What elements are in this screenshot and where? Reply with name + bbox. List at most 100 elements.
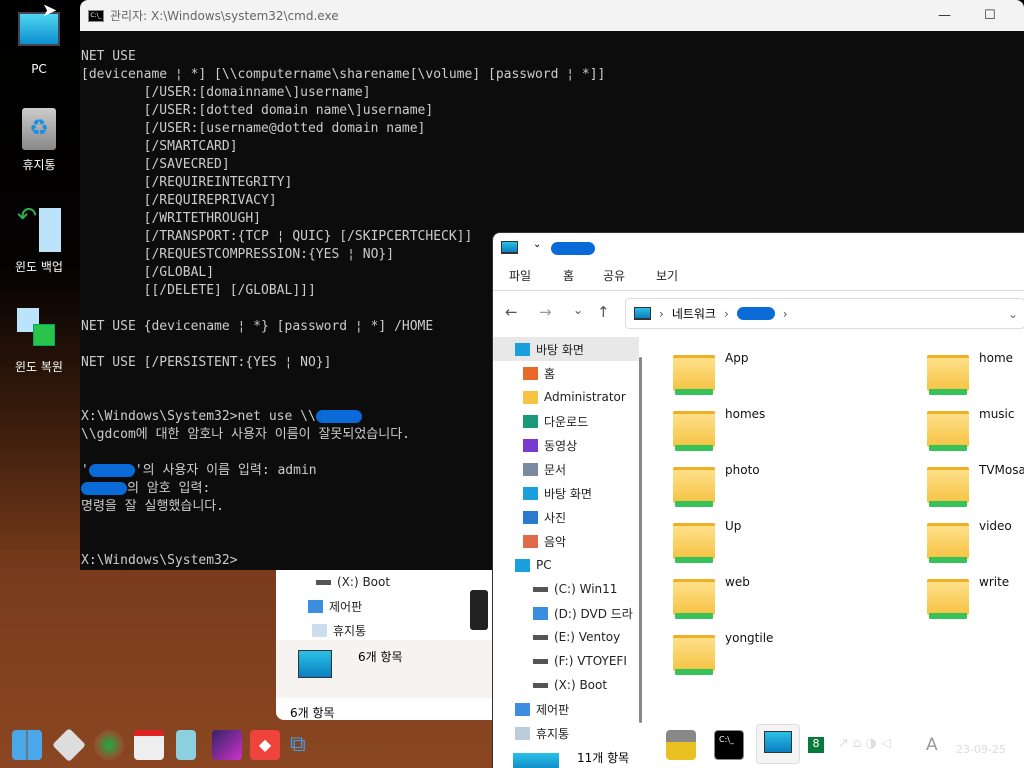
address-bar[interactable]: › 네트워크 › › ⌄ (625, 298, 1024, 329)
network-folder[interactable]: App (673, 351, 913, 401)
bg-sidebar-item[interactable]: 휴지통 (312, 618, 366, 642)
folder-icon (523, 390, 538, 404)
disk-tool-icon[interactable] (94, 730, 124, 760)
network-folder[interactable]: yongtile (673, 631, 913, 681)
redacted-breadcrumb (736, 307, 775, 320)
network-icon[interactable]: ⧉ (290, 730, 320, 760)
sidebar-item[interactable]: (C:) Win11 (533, 577, 617, 601)
tray-icons[interactable]: ↗ ⌂ ◑ ◁ (838, 736, 891, 751)
console-line: [devicename ¦ *] [\\computername\sharena… (81, 66, 605, 84)
bg-sidebar-item[interactable]: 제어판 (308, 594, 362, 618)
sidebar-item-label: (E:) Ventoy (554, 630, 621, 644)
desktop-icon-pc[interactable]: PC (0, 8, 78, 76)
folder-name: Up (725, 519, 742, 533)
explorer-window[interactable]: ⌄ 파일 홈 공유 보기 ← → ⌄ ↑ › 네트워크 › › ⌄ 바탕 화면 홈 A… (492, 232, 1024, 768)
app-icon[interactable] (176, 730, 196, 760)
clock-date[interactable]: 23-09-25 (956, 743, 1006, 756)
start-button[interactable] (12, 730, 42, 760)
network-folder[interactable]: TVMosai (927, 463, 1024, 513)
network-folder[interactable]: home (927, 351, 1024, 401)
background-explorer-window[interactable]: (X:) Boot 제어판 휴지통 6개 항목 6개 항목 (276, 570, 492, 720)
network-folder[interactable]: photo (673, 463, 913, 513)
sidebar-item-label: 다운로드 (544, 414, 589, 429)
network-drive-icon[interactable] (666, 730, 696, 760)
recent-dropdown[interactable]: ⌄ (573, 303, 583, 317)
sidebar-item[interactable]: 바탕 화면 (523, 481, 592, 505)
anydesk-icon[interactable]: ◆ (250, 730, 280, 760)
explorer-taskbar-icon[interactable] (756, 724, 800, 764)
network-folder[interactable]: Up (673, 519, 913, 569)
redacted-text (315, 410, 362, 423)
sidebar-item[interactable]: 바탕 화면 (493, 337, 639, 361)
minimize-button[interactable]: — (938, 8, 951, 23)
fs-capture-icon[interactable] (134, 730, 164, 760)
network-folder[interactable]: write (927, 575, 1024, 625)
recycle-bin-icon: ♻ (22, 108, 56, 150)
sidebar-item-label: 동영상 (544, 438, 578, 453)
up-button[interactable]: ↑ (597, 303, 610, 321)
control-panel-icon (308, 599, 323, 613)
media-folder-icon[interactable] (212, 730, 242, 760)
sidebar-item[interactable]: 문서 (523, 457, 566, 481)
network-folder[interactable]: music (927, 407, 1024, 457)
sidebar-item-label: PC (536, 558, 552, 572)
sidebar-item[interactable]: (D:) DVD 드라 (533, 601, 633, 625)
sidebar-item[interactable]: 음악 (523, 529, 566, 553)
sidebar-item[interactable]: 제어판 (515, 697, 569, 721)
desktop-icon-restore[interactable]: 윈도 복원 (0, 308, 78, 375)
back-button[interactable]: ← (505, 303, 518, 321)
sidebar-item[interactable]: 사진 (523, 505, 566, 529)
sidebar-scrollbar[interactable] (639, 357, 642, 723)
network-folder[interactable]: homes (673, 407, 913, 457)
console-line: NET USE (81, 48, 605, 66)
forward-button[interactable]: → (539, 303, 552, 321)
sidebar-item-label: 사진 (544, 510, 567, 525)
console-text: \\gdcom에 대한 암호나 사용자 이름이 잘못되었습니다. (81, 427, 410, 442)
menu-home[interactable]: 홈 (563, 267, 574, 284)
console-text: 의 암호 입력: (127, 481, 211, 496)
sidebar-item[interactable]: PC (515, 553, 552, 577)
desktop-icon-backup[interactable]: ↶ 윈도 백업 (0, 202, 78, 275)
bg-sidebar-item[interactable]: (X:) Boot (316, 570, 390, 594)
sidebar-item[interactable]: 홈 (523, 361, 555, 385)
drive-icon (533, 586, 548, 592)
quick-access-dropdown[interactable]: ⌄ (533, 239, 541, 250)
sidebar-item[interactable]: (X:) Boot (533, 673, 607, 697)
floppy-app-icon[interactable] (52, 728, 86, 762)
title-bar[interactable]: C:\_ 관리자: X:\Windows\system32\cmd.exe (80, 0, 1024, 31)
folder-name: web (725, 575, 750, 589)
shared-folder-icon (673, 355, 715, 395)
network-folder[interactable]: video (927, 519, 1024, 569)
desktop-icon-recycle-bin[interactable]: ♻ 휴지통 (0, 108, 78, 173)
document-icon (523, 462, 538, 476)
shared-folder-icon (673, 635, 715, 675)
music-icon (523, 534, 538, 548)
menu-file[interactable]: 파일 (509, 267, 531, 284)
redacted-title (551, 242, 595, 255)
drive-icon (533, 682, 548, 688)
console-line: [/USER:[domainname\]username] (81, 84, 605, 102)
address-dropdown[interactable]: ⌄ (1008, 307, 1018, 321)
breadcrumb-network[interactable]: 네트워크 (672, 305, 716, 322)
restore-icon (17, 308, 61, 352)
sidebar-item[interactable]: 동영상 (523, 433, 577, 457)
sidebar-item-label: 홈 (544, 366, 556, 381)
pc-icon (501, 241, 518, 254)
notification-badge[interactable]: 8 (808, 737, 824, 753)
menu-share[interactable]: 공유 (603, 267, 625, 284)
control-panel-icon (515, 702, 530, 716)
console-text: [/TRANSPORT:{TCP ¦ QUIC} [/SKIPCERTCHECK… (81, 229, 473, 244)
sidebar-item[interactable]: 다운로드 (523, 409, 588, 433)
sidebar-item[interactable]: (E:) Ventoy (533, 625, 620, 649)
sidebar-item[interactable]: Administrator (523, 385, 626, 409)
backup-icon: ↶ (17, 202, 61, 252)
sidebar-item[interactable]: 휴지통 (515, 721, 569, 745)
navigation-pane[interactable]: 바탕 화면 홈 Administrator 다운로드 동영상 문서 바탕 화면 사진 음악 PC(… (493, 337, 661, 768)
picture-icon (523, 510, 538, 524)
menu-view[interactable]: 보기 (656, 267, 678, 284)
network-folder[interactable]: web (673, 575, 913, 625)
sidebar-item[interactable]: (F:) VTOYEFI (533, 649, 627, 673)
cmd-taskbar-icon[interactable]: C:\_ (714, 730, 744, 760)
maximize-button[interactable]: ☐ (984, 8, 996, 23)
ime-indicator[interactable]: A (926, 735, 938, 755)
